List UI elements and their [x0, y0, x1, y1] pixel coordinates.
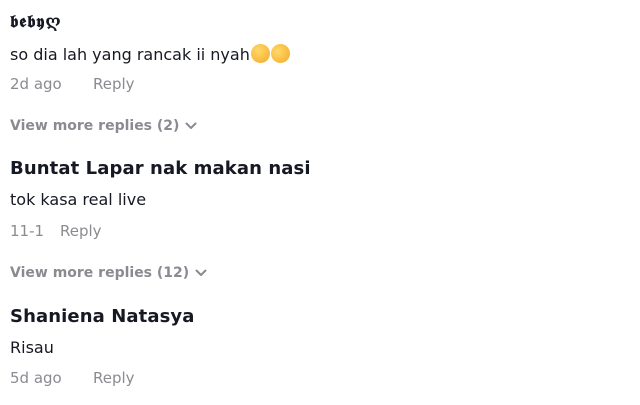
- reply-button[interactable]: Reply: [93, 369, 135, 387]
- comment-timestamp: 5d ago: [10, 369, 62, 387]
- chevron-down-icon: [195, 269, 207, 277]
- comment-body: so dia lah yang rancak ii nyah: [10, 41, 293, 66]
- view-more-replies-button[interactable]: View more replies (2): [10, 117, 197, 135]
- chevron-down-icon: [185, 122, 197, 130]
- comment-text: so dia lah yang rancak ii nyah: [10, 45, 250, 64]
- comment-text: tok kasa real live: [10, 190, 147, 209]
- comment-username[interactable]: Shaniena Natasya: [10, 306, 195, 328]
- view-more-replies-button[interactable]: View more replies (12): [10, 264, 207, 282]
- relieved-face-emoji: [250, 44, 270, 63]
- view-more-replies-label: View more replies (12): [10, 265, 190, 281]
- view-more-replies-label: View more replies (2): [10, 118, 180, 134]
- comment-timestamp: 2d ago: [10, 75, 62, 93]
- reply-button[interactable]: Reply: [60, 222, 102, 240]
- reply-button[interactable]: Reply: [93, 75, 135, 93]
- rolling-on-floor-laughing-emoji: [268, 41, 293, 66]
- comment-timestamp: 11-1: [10, 222, 45, 240]
- comment-text: Risau: [10, 338, 54, 357]
- comment-username[interactable]: Buntat Lapar nak makan nasi: [10, 158, 311, 180]
- comment-username[interactable]: 𝖇𝖊𝖇𝖞ღ: [10, 11, 62, 33]
